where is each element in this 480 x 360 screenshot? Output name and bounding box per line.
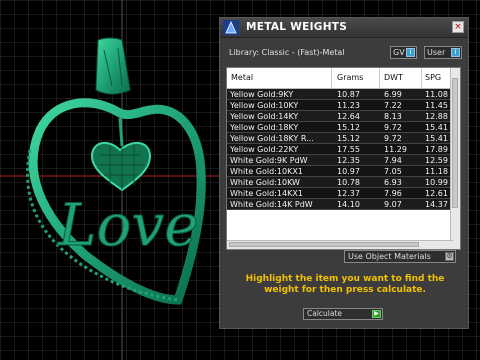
cell-dwt: 7.94 [384,156,402,165]
table-row[interactable]: Yellow Gold:18KY 15.12 9.72 15.41 [227,122,453,133]
gear-icon: ⚙ [445,252,454,261]
cell-grams: 15.12 [337,134,360,143]
cell-dwt: 6.93 [384,178,402,187]
cell-dwt: 9.07 [384,200,402,209]
cell-grams: 12.35 [337,156,360,165]
cell-metal: Yellow Gold:9KY [230,90,294,99]
cell-spg: 11.18 [425,167,448,176]
cell-dwt: 9.72 [384,134,402,143]
play-arrow-icon: ▶ [372,310,381,318]
cell-dwt: 7.05 [384,167,402,176]
cell-metal: White Gold:10KW [230,178,300,187]
metal-weights-table: Metal Grams DWT SPG Yellow Gold:9KY 10.8… [226,67,461,250]
vertical-scrollbar-thumb[interactable] [452,78,458,208]
close-button[interactable]: × [452,21,464,33]
info-icon: i [406,48,415,57]
use-object-materials-button[interactable]: Use Object Materials ⚙ [344,250,456,263]
column-divider[interactable] [379,68,380,88]
gv-toggle[interactable]: GV i [390,46,417,59]
panel-title: METAL WEIGHTS [246,21,348,33]
cell-spg: 15.41 [425,134,448,143]
column-header-spg[interactable]: SPG [425,73,441,82]
column-header-grams[interactable]: Grams [337,73,363,82]
table-row[interactable]: Yellow Gold:18KY R... 15.12 9.72 15.41 [227,133,453,144]
table-row[interactable]: White Gold:14KX1 12.37 7.96 12.61 [227,188,453,199]
cell-metal: White Gold:14KX1 [230,189,303,198]
cell-grams: 11.23 [337,101,360,110]
table-row[interactable]: White Gold:9K PdW 12.35 7.94 12.59 [227,155,453,166]
calculate-label: Calculate [307,309,343,318]
cell-grams: 12.64 [337,112,360,121]
cell-spg: 12.61 [425,189,448,198]
cell-metal: Yellow Gold:14KY [230,112,299,121]
vertical-scrollbar[interactable] [450,68,460,249]
cell-metal: Yellow Gold:18KY R... [230,134,314,143]
cell-spg: 11.45 [425,101,448,110]
table-header: Metal Grams DWT SPG [227,68,453,89]
cell-spg: 10.99 [425,178,448,187]
cell-dwt: 11.29 [384,145,407,154]
cell-spg: 12.88 [425,112,448,121]
cell-grams: 17.55 [337,145,360,154]
horizontal-scrollbar[interactable] [227,240,453,249]
cell-metal: White Gold:10KX1 [230,167,303,176]
cell-spg: 11.08 [425,90,448,99]
cell-metal: Yellow Gold:22KY [230,145,299,154]
cell-metal: Yellow Gold:10KY [230,101,299,110]
cell-dwt: 9.72 [384,123,402,132]
user-toggle[interactable]: User i [424,46,462,59]
column-divider[interactable] [331,68,332,88]
user-toggle-label: User [427,48,446,57]
cell-grams: 10.97 [337,167,360,176]
cell-metal: White Gold:14K PdW [230,200,313,209]
panel-titlebar[interactable]: METAL WEIGHTS × [220,18,468,38]
instructions-text: Highlight the item you want to find the … [245,274,445,295]
cell-spg: 14.37 [425,200,448,209]
table-row[interactable]: White Gold:14K PdW 14.10 9.07 14.37 [227,199,453,210]
cell-metal: Yellow Gold:18KY [230,123,299,132]
cell-dwt: 6.99 [384,90,402,99]
table-row[interactable]: Yellow Gold:22KY 17.55 11.29 17.89 [227,144,453,155]
cell-spg: 15.41 [425,123,448,132]
metal-weights-panel: METAL WEIGHTS × Library: Classic - (Fast… [219,17,469,329]
column-header-dwt[interactable]: DWT [384,73,403,82]
cell-dwt: 8.13 [384,112,402,121]
cell-dwt: 7.22 [384,101,402,110]
use-object-materials-label: Use Object Materials [348,252,431,261]
cell-metal: White Gold:9K PdW [230,156,308,165]
column-header-metal[interactable]: Metal [231,73,253,82]
cell-spg: 12.59 [425,156,448,165]
cell-grams: 14.10 [337,200,360,209]
cell-grams: 10.78 [337,178,360,187]
library-label: Library: Classic - (Fast)-Metal [229,48,345,57]
app-logo-icon [223,20,239,35]
horizontal-scrollbar-thumb[interactable] [229,242,419,247]
pendant-love-text: Love [57,191,199,259]
calculate-button[interactable]: Calculate ▶ [303,308,383,320]
table-row[interactable]: Yellow Gold:14KY 12.64 8.13 12.88 [227,111,453,122]
cell-dwt: 7.96 [384,189,402,198]
table-row[interactable]: Yellow Gold:10KY 11.23 7.22 11.45 [227,100,453,111]
close-icon: × [454,22,462,32]
cell-grams: 15.12 [337,123,360,132]
gv-toggle-label: GV [393,48,405,57]
column-divider[interactable] [421,68,422,88]
table-row[interactable]: White Gold:10KW 10.78 6.93 10.99 [227,177,453,188]
cell-spg: 17.89 [425,145,448,154]
cell-grams: 12.37 [337,189,360,198]
table-row[interactable]: White Gold:10KX1 10.97 7.05 11.18 [227,166,453,177]
table-row[interactable]: Yellow Gold:9KY 10.87 6.99 11.08 [227,89,453,100]
cell-grams: 10.87 [337,90,360,99]
info-icon: i [451,48,460,57]
